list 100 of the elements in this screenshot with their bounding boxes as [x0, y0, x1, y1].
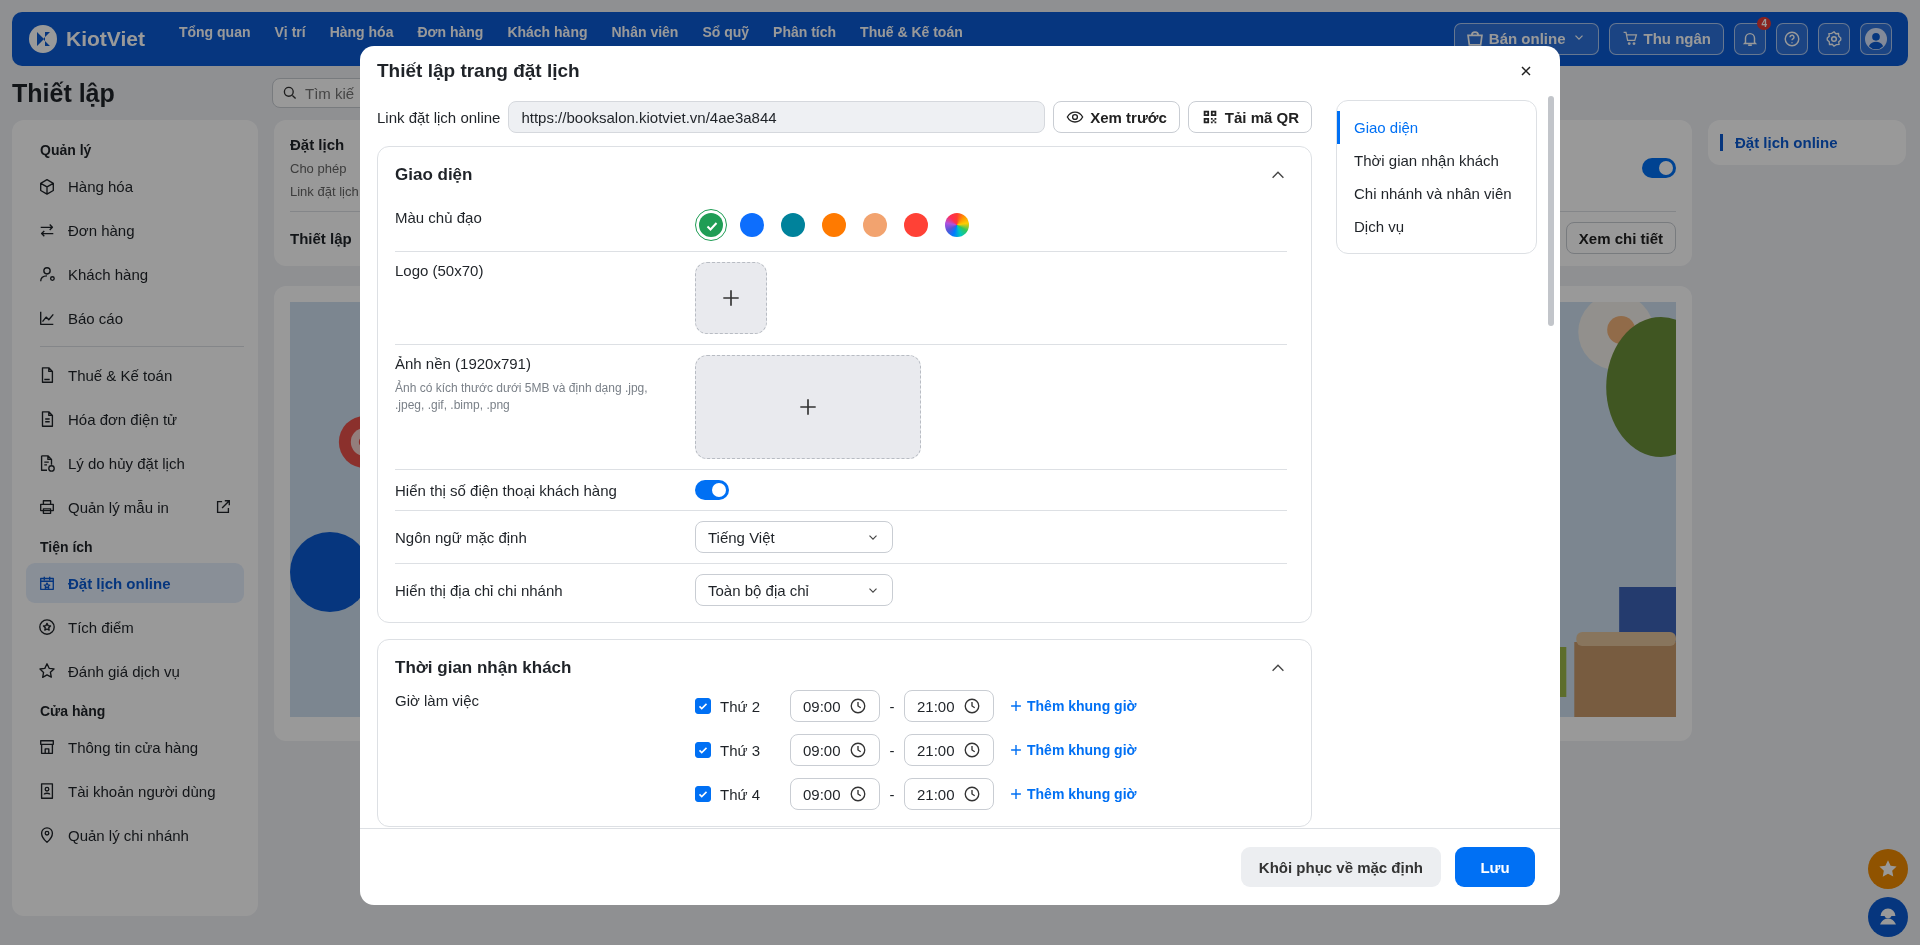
logo-icon — [28, 24, 58, 54]
link-label: Link đặt lịch — [290, 184, 359, 199]
close-icon — [1518, 63, 1534, 79]
add-time-slot-link[interactable]: Thêm khung giờ — [1009, 786, 1137, 802]
sidebar-item[interactable]: Tài khoản người dùng — [26, 771, 244, 811]
bell-icon — [1741, 30, 1759, 48]
sidebar-item[interactable]: Hóa đơn điện tử — [26, 399, 244, 439]
download-qr-button[interactable]: Tải mã QR — [1187, 101, 1312, 133]
field-label: Ảnh nền (1920x791) — [395, 355, 532, 372]
sidebar-item[interactable]: Tích điểm — [26, 607, 244, 647]
brand-name: KiotViet — [66, 27, 145, 51]
plus-icon — [1009, 699, 1023, 713]
nav-link[interactable]: Tổng quan — [178, 24, 251, 40]
clock-icon — [962, 697, 981, 715]
scrollbar[interactable] — [1548, 96, 1554, 326]
language-select[interactable]: Tiếng Việt — [695, 521, 893, 553]
sidebar-item[interactable]: Lý do hủy đặt lịch — [26, 443, 244, 483]
cart-icon — [1621, 30, 1638, 46]
id-card-icon — [38, 782, 56, 800]
add-time-slot-link[interactable]: Thêm khung giờ — [1009, 698, 1137, 714]
help-icon — [1783, 30, 1801, 48]
sidebar-item[interactable]: Quản lý chi nhánh — [26, 815, 244, 855]
day-label: Thứ 2 — [720, 697, 762, 715]
nav-link[interactable]: Thuế & Kế toán — [860, 24, 963, 40]
support-button[interactable] — [1868, 897, 1908, 937]
field-label: Ngôn ngữ mặc định — [395, 528, 528, 546]
end-time-field[interactable]: 21:00 — [904, 690, 994, 722]
box-icon — [38, 177, 56, 195]
nav-link[interactable]: Đơn hàng — [417, 24, 484, 40]
section-link[interactable]: Thời gian nhận khách — [1337, 144, 1536, 177]
sidebar-item[interactable]: Đặt lịch online — [26, 563, 244, 603]
sidebar-item[interactable]: Đơn hàng — [26, 210, 244, 250]
link-field[interactable]: https://booksalon.kiotviet.vn/4ae3a844 — [508, 101, 1046, 133]
user-icon — [38, 265, 56, 283]
sidebar-item[interactable]: Khách hàng — [26, 254, 244, 294]
checkbox[interactable] — [695, 742, 711, 758]
dialog-title: Thiết lập trang đặt lịch — [377, 60, 580, 82]
sidebar-item[interactable]: Thông tin cửa hàng — [26, 727, 244, 767]
section-link[interactable]: Dịch vụ — [1337, 210, 1536, 243]
start-time-field[interactable]: 09:00 — [790, 778, 880, 810]
settings-icon — [1825, 30, 1843, 48]
toggle-switch[interactable] — [695, 480, 729, 500]
plus-icon — [1009, 743, 1023, 757]
checkbox[interactable] — [695, 698, 711, 714]
range-separator: - — [888, 785, 896, 803]
view-details-button[interactable]: Xem chi tiết — [1565, 222, 1676, 254]
field-label: Hiển thị địa chỉ chi nhánh — [395, 581, 564, 599]
star-icon — [38, 662, 56, 680]
nav-link[interactable]: Phân tích — [773, 24, 837, 40]
add-time-slot-link[interactable]: Thêm khung giờ — [1009, 742, 1137, 758]
sidebar-item[interactable]: Hàng hóa — [26, 166, 244, 206]
nav-link[interactable]: Khách hàng — [507, 24, 588, 40]
pin-icon — [38, 826, 56, 844]
start-time-field[interactable]: 09:00 — [790, 734, 880, 766]
document-icon — [38, 454, 56, 472]
section-link[interactable]: Giao diện — [1337, 111, 1536, 144]
store-icon — [38, 738, 56, 756]
preview-button[interactable]: Xem trước — [1053, 101, 1180, 133]
section-title: Thời gian nhận khách — [395, 658, 572, 678]
toggle-switch[interactable] — [1642, 157, 1676, 178]
range-separator: - — [888, 741, 896, 759]
nav-link[interactable]: Nhân viên — [611, 24, 679, 40]
checkbox[interactable] — [695, 786, 711, 802]
plus-icon — [720, 287, 742, 309]
field-label: Hiển thị số điện thoại khách hàng — [395, 481, 618, 499]
card-description: Cho phép — [290, 161, 348, 176]
day-label: Thứ 4 — [720, 785, 762, 803]
search-icon — [282, 85, 298, 101]
sidebar-item[interactable]: Đánh giá dịch vụ — [26, 651, 244, 691]
section-link[interactable]: Chi nhánh và nhân viên — [1337, 177, 1536, 210]
field-label: Giờ làm việc — [395, 692, 481, 709]
avatar-icon — [1865, 28, 1887, 50]
clock-icon — [962, 741, 981, 759]
sidebar-item[interactable]: Quản lý mẫu in — [26, 487, 244, 527]
sidebar-item[interactable]: Thuế & Kế toán — [26, 355, 244, 395]
plus-icon — [797, 396, 819, 418]
start-time-field[interactable]: 09:00 — [790, 690, 880, 722]
nav-link[interactable]: Vị trí — [274, 24, 306, 40]
sidebar-item[interactable]: Báo cáo — [26, 298, 244, 338]
sidebar-heading: Tiện ích — [40, 539, 94, 555]
favorite-button[interactable] — [1868, 849, 1908, 889]
star-icon — [38, 618, 56, 636]
field-label: Link đặt lịch online — [377, 108, 501, 126]
end-time-field[interactable]: 21:00 — [904, 734, 994, 766]
printer-icon — [38, 498, 56, 516]
section-link[interactable]: Đặt lịch online — [1720, 134, 1894, 151]
nav-link[interactable]: Sổ quỹ — [702, 24, 750, 40]
save-button[interactable]: Lưu — [1455, 847, 1535, 887]
field-label: Logo (50x70) — [395, 262, 485, 279]
address-select[interactable]: Toàn bộ địa chỉ — [695, 574, 893, 606]
arrows-icon — [38, 221, 56, 239]
notification-count: 4 — [1757, 17, 1771, 30]
nav-link[interactable]: Hàng hóa — [329, 24, 394, 40]
chart-icon — [38, 309, 56, 327]
card-title: Đặt lịch — [290, 136, 346, 153]
range-separator: - — [888, 697, 896, 715]
reset-button[interactable]: Khôi phục về mặc định — [1240, 847, 1441, 887]
calendar-icon — [38, 574, 56, 592]
end-time-field[interactable]: 21:00 — [904, 778, 994, 810]
field-label: Màu chủ đạo — [395, 209, 483, 226]
